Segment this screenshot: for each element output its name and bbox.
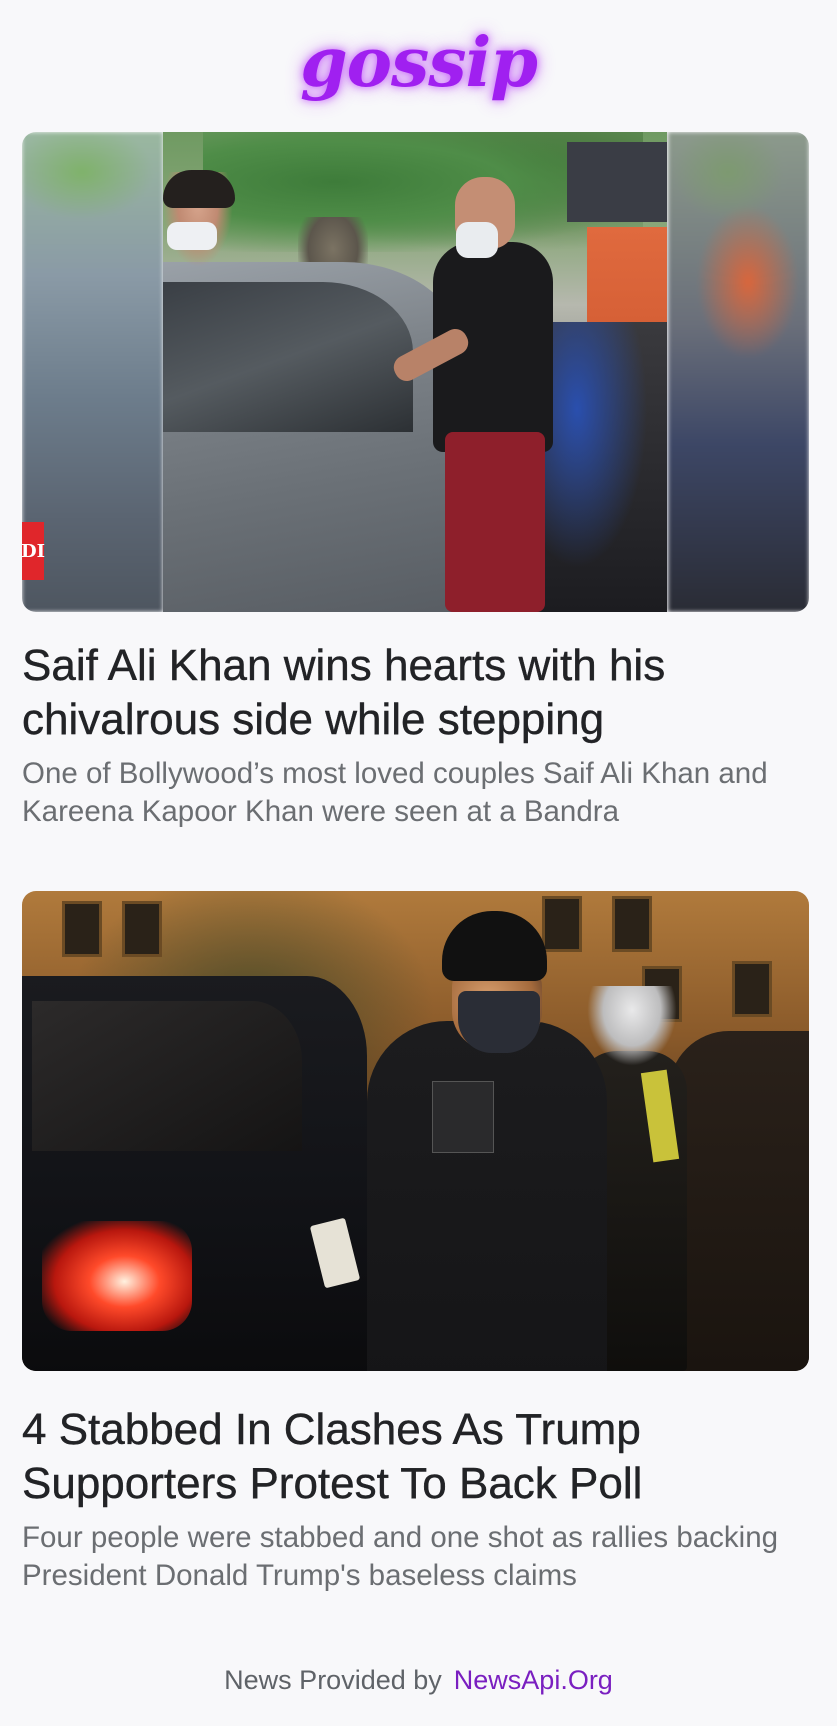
article-title[interactable]: 4 Stabbed In Clashes As Trump Supporters… [22, 1403, 815, 1511]
news-card[interactable]: DI Saif Ali Khan wins hearts with his ch… [22, 132, 815, 831]
photo-protester [367, 1021, 607, 1371]
article-image[interactable] [22, 891, 809, 1371]
source-badge: DI [22, 522, 46, 580]
footer-label: News Provided by [224, 1665, 442, 1695]
article-image[interactable]: DI [22, 132, 809, 612]
article-description: One of Bollywood’s most loved couples Sa… [22, 757, 768, 828]
photo-saif-ali-khan [163, 132, 667, 612]
image-blur-right [668, 132, 809, 612]
article-title[interactable]: Saif Ali Khan wins hearts with his chiva… [22, 639, 815, 747]
news-feed: DI Saif Ali Khan wins hearts with his ch… [0, 132, 837, 1595]
app-logo: gossip [300, 23, 538, 103]
source-badge-text: DI [22, 540, 46, 562]
app-header: gossip [0, 0, 837, 132]
article-description: Four people were stabbed and one shot as… [22, 1521, 779, 1592]
footer: News Provided by NewsApi.Org [0, 1662, 837, 1698]
newsapi-link[interactable]: NewsApi.Org [454, 1665, 613, 1695]
news-card[interactable]: 4 Stabbed In Clashes As Trump Supporters… [22, 891, 815, 1595]
